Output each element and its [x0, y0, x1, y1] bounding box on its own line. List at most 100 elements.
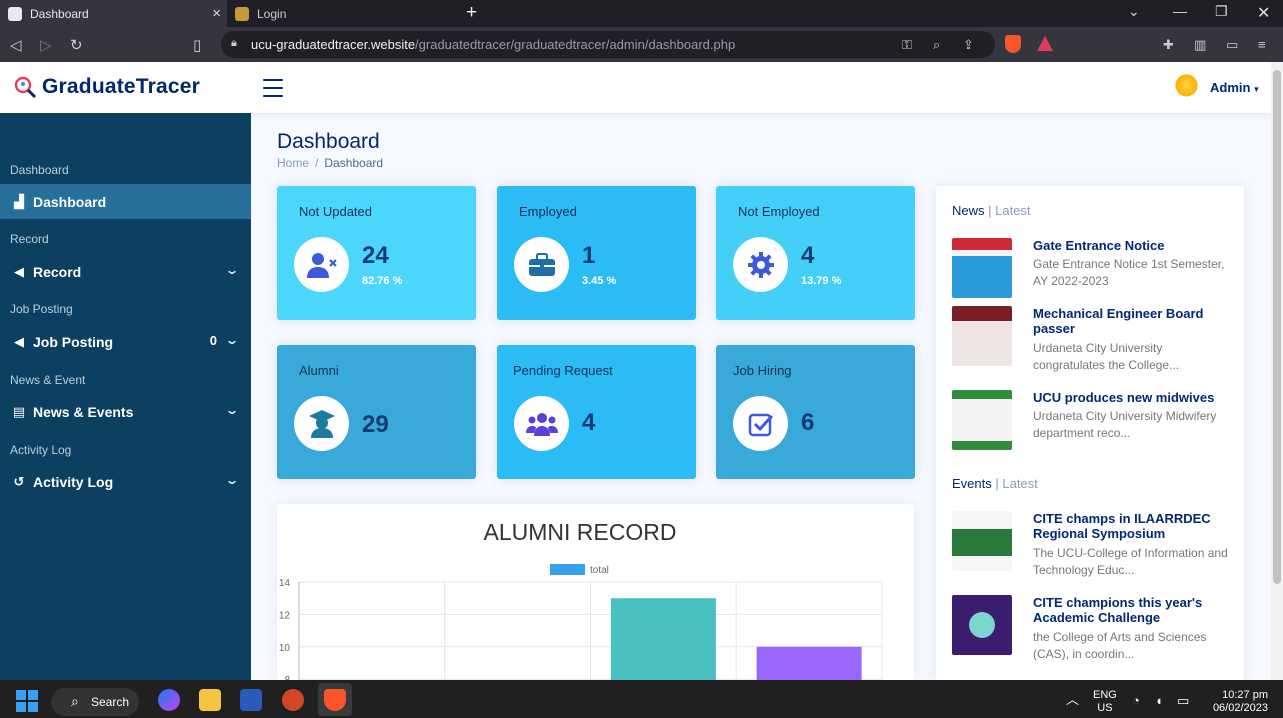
- sidebar-toggle-icon[interactable]: ▥: [1194, 37, 1206, 53]
- card-value: 4: [801, 242, 815, 269]
- battery-icon[interactable]: ▭: [1177, 694, 1189, 707]
- windows-start-icon[interactable]: [16, 690, 38, 712]
- close-tab-icon[interactable]: ×: [212, 5, 221, 22]
- maximize-icon[interactable]: ❐: [1215, 3, 1228, 20]
- tab-search-icon[interactable]: ⌄: [1128, 3, 1140, 20]
- card-not-updated[interactable]: Not Updated 24 82.76 %: [277, 186, 476, 320]
- megaphone-icon: ◀: [14, 263, 24, 279]
- forward-icon[interactable]: ▷: [40, 36, 52, 54]
- wallet-icon[interactable]: ▭: [1226, 37, 1238, 53]
- tab-label: Dashboard: [30, 6, 89, 21]
- page-title: Dashboard: [277, 130, 380, 153]
- legend-swatch: [550, 564, 585, 575]
- hamburger-menu-icon[interactable]: [263, 79, 283, 97]
- newspaper-icon: ▤: [12, 403, 26, 419]
- chevron-down-icon: ⌄: [224, 403, 240, 417]
- breadcrumb: Home / Dashboard: [277, 156, 384, 170]
- brave-shield-icon[interactable]: [1005, 35, 1021, 53]
- sidebar-item-label: News & Events: [33, 403, 134, 420]
- y-tick-label: 14: [279, 578, 291, 589]
- brave-browser-icon[interactable]: [324, 689, 346, 711]
- url-field[interactable]: 🔒︎ ucu-graduatedtracer.website/graduated…: [221, 31, 995, 58]
- event-desc: The UCU-College of Information and Techn…: [1033, 546, 1228, 577]
- news-desc: Urdaneta City University Midwifery depar…: [1033, 409, 1217, 440]
- share-icon[interactable]: ⇪: [963, 37, 974, 53]
- key-icon[interactable]: ⚿: [902, 37, 912, 53]
- events-subheading: | Latest: [995, 476, 1038, 491]
- zoom-icon[interactable]: ⌕: [933, 37, 940, 53]
- page-scrollbar[interactable]: [1271, 62, 1283, 680]
- tab-login[interactable]: Login: [227, 0, 453, 27]
- card-pending-request[interactable]: Pending Request 4: [497, 345, 696, 479]
- event-title: CITE champs in ILAARRDEC Regional Sympos…: [1033, 511, 1211, 541]
- admin-dropdown[interactable]: Admin ▾: [1210, 80, 1259, 95]
- reload-icon[interactable]: ↻: [70, 36, 83, 54]
- breadcrumb-home[interactable]: Home: [277, 156, 309, 170]
- extensions-icon[interactable]: ✚: [1163, 37, 1174, 53]
- sidebar-item-label: Activity Log: [33, 473, 114, 490]
- sidebar-item-label: Job Posting: [33, 333, 114, 350]
- tab-dashboard[interactable]: Dashboard ×: [0, 0, 227, 27]
- minimize-icon[interactable]: —: [1173, 3, 1187, 19]
- card-value: 24: [362, 242, 389, 269]
- back-icon[interactable]: ◁: [10, 36, 22, 54]
- bookmark-icon[interactable]: ▯: [193, 36, 201, 54]
- sidebar-item-label: Record: [33, 263, 82, 280]
- tab-favicon-icon: [8, 6, 22, 21]
- card-value: 6: [801, 409, 815, 436]
- logo-text: GraduateTracer: [42, 75, 201, 98]
- chevron-down-icon: ⌄: [224, 263, 240, 277]
- sidebar-item-dashboard[interactable]: ▟ Dashboard: [0, 184, 251, 219]
- word-icon[interactable]: [240, 689, 262, 711]
- card-not-employed[interactable]: Not Employed 4 13.79 %: [716, 186, 915, 320]
- sidebar-heading: Dashboard: [10, 163, 69, 177]
- chevron-down-icon: ⌄: [224, 473, 240, 487]
- card-percent: 3.45 %: [582, 275, 617, 287]
- file-explorer-icon[interactable]: [199, 689, 221, 711]
- avatar[interactable]: [1171, 73, 1202, 104]
- sidebar-item-record[interactable]: ◀ Record ⌄: [0, 254, 251, 289]
- tab-label: Login: [257, 6, 287, 21]
- card-employed[interactable]: Employed 1 3.45 %: [497, 186, 696, 320]
- news-heading: News | Latest: [952, 203, 1031, 218]
- messenger-icon[interactable]: [158, 689, 180, 711]
- sidebar-heading: News & Event: [10, 373, 86, 387]
- megaphone-icon: ◀: [14, 333, 24, 349]
- job-posting-count: 0: [209, 333, 217, 348]
- menu-icon[interactable]: ≡: [1258, 37, 1266, 52]
- logo[interactable]: GraduateTracer: [13, 75, 200, 99]
- close-window-icon[interactable]: ✕: [1257, 3, 1270, 23]
- wifi-icon[interactable]: ◔: [1132, 694, 1140, 707]
- volume-icon[interactable]: ◖: [1155, 694, 1163, 707]
- card-percent: 13.79 %: [801, 275, 842, 287]
- events-heading: Events | Latest: [952, 476, 1038, 491]
- clock[interactable]: 10:27 pm 06/02/2023: [1206, 689, 1268, 715]
- card-title: Not Employed: [738, 204, 820, 219]
- tray-chevron-icon[interactable]: ︿: [1066, 693, 1079, 706]
- news-subheading: | Latest: [988, 203, 1031, 218]
- windows-taskbar: [0, 680, 1283, 718]
- chevron-down-icon: ⌄: [224, 333, 240, 347]
- bar-chart-icon: ▟: [14, 193, 24, 209]
- event-thumbnail: [952, 595, 1012, 655]
- news-thumbnail: [952, 306, 1012, 366]
- alumni-record-chart: ALUMNI RECORD total 1412108: [279, 519, 883, 680]
- language-indicator[interactable]: ENG US: [1093, 689, 1117, 715]
- sidebar-heading: Job Posting: [10, 302, 73, 316]
- new-tab-icon[interactable]: +: [466, 2, 477, 24]
- sidebar-item-news-events[interactable]: ▤ News & Events ⌄: [0, 394, 251, 429]
- briefcase-icon: [514, 237, 569, 292]
- card-job-hiring[interactable]: Job Hiring 6: [716, 345, 915, 479]
- card-title: Employed: [519, 204, 577, 219]
- sidebar-item-job-posting[interactable]: ◀ Job Posting 0 ⌄: [0, 324, 251, 359]
- chart-bar: [610, 598, 716, 680]
- taskbar-search-button[interactable]: ⌕ Search: [51, 688, 139, 716]
- sidebar-item-activity-log[interactable]: ↺ Activity Log ⌄: [0, 464, 251, 499]
- brave-rewards-icon[interactable]: [1037, 36, 1053, 51]
- sidebar-item-label: Dashboard: [33, 193, 107, 210]
- user-name: Admin: [1210, 80, 1251, 95]
- powerpoint-icon[interactable]: [282, 689, 304, 711]
- gear-icon: [733, 237, 788, 292]
- card-alumni[interactable]: Alumni 29: [277, 345, 476, 479]
- y-tick-label: 12: [279, 610, 291, 621]
